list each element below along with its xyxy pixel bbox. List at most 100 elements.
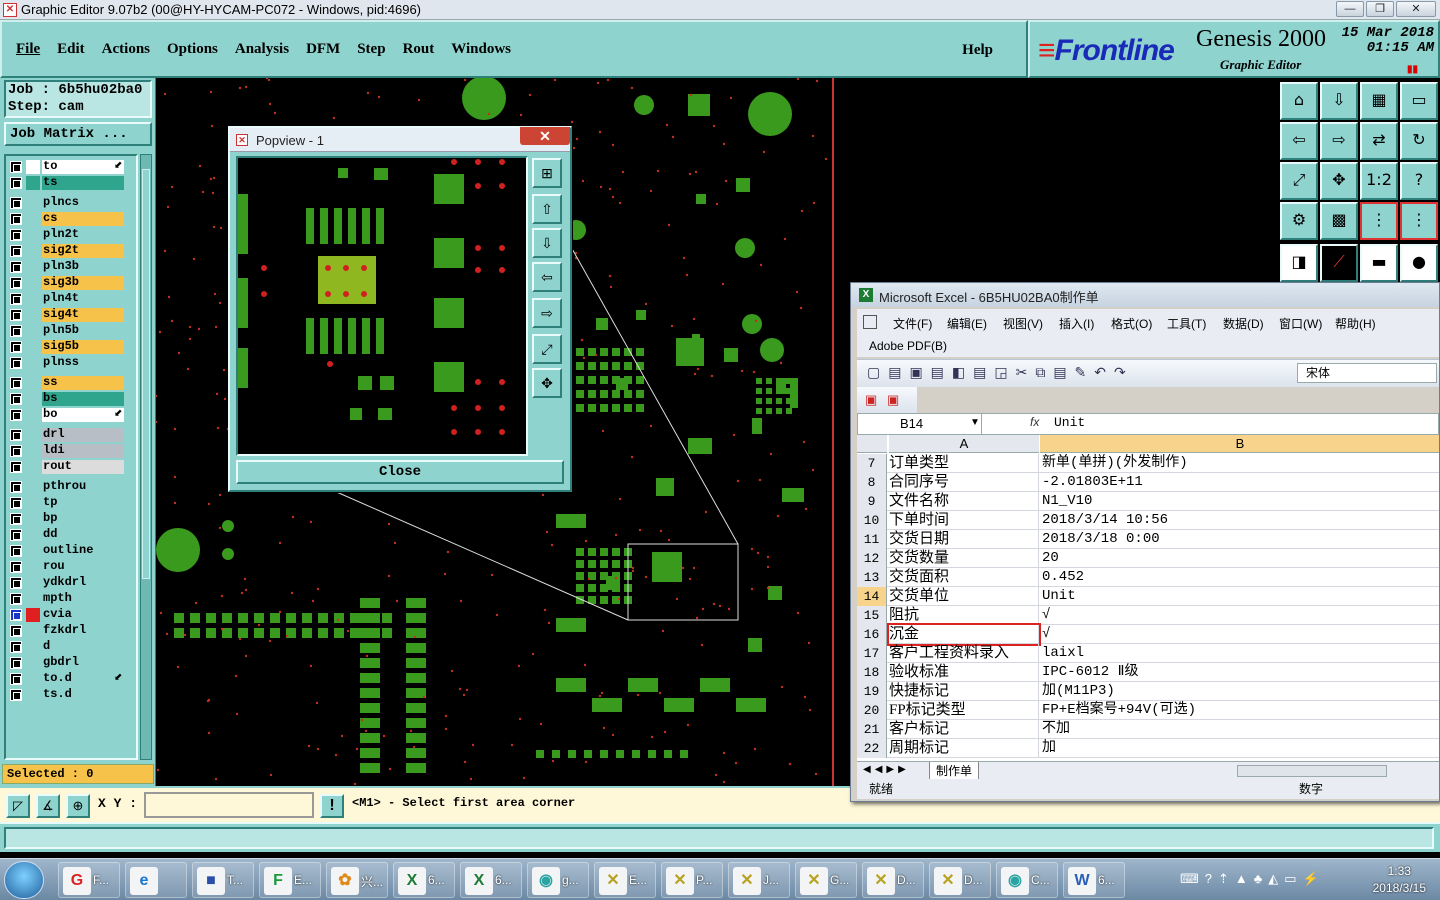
layer-name[interactable]: dd — [42, 528, 124, 542]
layer-name[interactable]: bs — [42, 392, 124, 406]
snap-tool-icon[interactable]: ⊕ — [66, 794, 90, 818]
pop-up-icon[interactable]: ⇧ — [532, 194, 562, 224]
layer-checkbox[interactable] — [10, 561, 22, 573]
layer-checkbox[interactable] — [10, 357, 22, 369]
cell-b[interactable]: N1_V10 — [1040, 492, 1439, 511]
row-header[interactable]: 19 — [857, 682, 887, 701]
row-header[interactable]: 21 — [857, 720, 887, 739]
name-box-dropdown-icon[interactable]: ▼ — [970, 417, 980, 428]
excel-menu-edit[interactable]: 编辑(E) — [947, 315, 987, 332]
sheet-row[interactable]: 20 FP标记类型 FP+E档案号+94V(可选) — [857, 701, 1439, 720]
taskbar-item[interactable]: ✕ J... — [728, 862, 790, 898]
taskbar-item[interactable]: ✿ 兴... — [326, 862, 388, 898]
sheet-row[interactable]: 21 客户标记 不加 — [857, 720, 1439, 739]
layer-color-swatch[interactable] — [26, 212, 40, 226]
cell-b[interactable]: 加(M11P3) — [1040, 682, 1439, 701]
board-view-icon[interactable]: ▦ — [1360, 82, 1398, 120]
pdf-mail-icon[interactable]: ▣ — [887, 392, 899, 408]
alert-button[interactable]: ! — [320, 794, 344, 818]
layer-checkbox[interactable] — [10, 293, 22, 305]
cell-a[interactable]: 客户工程资料录入 — [889, 644, 1039, 663]
sheet-row[interactable]: 14 交货单位 Unit — [857, 587, 1439, 606]
name-box[interactable]: B14 — [858, 414, 982, 434]
layer-color-swatch[interactable] — [26, 276, 40, 290]
layer-color-swatch[interactable] — [26, 292, 40, 306]
layer-row-pthrou[interactable]: pthrou — [8, 479, 128, 494]
layer-name[interactable]: sig2t — [42, 244, 124, 258]
cell-b[interactable]: 不加 — [1040, 720, 1439, 739]
layer-checkbox[interactable] — [10, 577, 22, 589]
layer-row-pln2t[interactable]: pln2t — [8, 227, 128, 242]
cell-b[interactable]: 新单(单拼)(外发制作) — [1040, 454, 1439, 473]
cell-a[interactable]: 沉金 — [887, 623, 1041, 646]
layer-checkbox[interactable] — [10, 409, 22, 421]
cell-b[interactable]: FP+E档案号+94V(可选) — [1040, 701, 1439, 720]
layer-row-mpth[interactable]: mpth — [8, 591, 128, 606]
layer-row-rou[interactable]: rou — [8, 559, 128, 574]
layer-checkbox[interactable] — [10, 213, 22, 225]
row-header[interactable]: 15 — [857, 606, 887, 625]
taskbar-item[interactable]: F E... — [259, 862, 321, 898]
start-button[interactable] — [4, 861, 44, 899]
menu-actions[interactable]: Actions — [102, 41, 150, 58]
popview-canvas[interactable] — [236, 156, 528, 456]
layer-row-sig3b[interactable]: sig3b — [8, 275, 128, 290]
clock[interactable]: 1:33 2018/3/15 — [1373, 863, 1426, 897]
layer-color-swatch[interactable] — [26, 176, 40, 190]
layer-checkbox[interactable] — [10, 593, 22, 605]
sheet-row[interactable]: 18 验收标准 IPC-6012 Ⅱ级 — [857, 663, 1439, 682]
layer-scrollbar[interactable] — [140, 154, 152, 760]
layer-color-swatch[interactable] — [26, 608, 40, 622]
h-scrollbar[interactable] — [1237, 765, 1387, 777]
corner-header[interactable] — [857, 435, 887, 453]
layer-color-swatch[interactable] — [26, 512, 40, 526]
layer-row-dd[interactable]: dd — [8, 527, 128, 542]
pan-right-icon[interactable]: ⇨ — [1320, 122, 1358, 160]
sheet-row[interactable]: 7 订单类型 新单(单拼)(外发制作) — [857, 454, 1439, 473]
layer-checkbox[interactable] — [10, 393, 22, 405]
pop-fit-icon[interactable]: ⤢ — [532, 334, 562, 364]
sheet-row[interactable]: 9 文件名称 N1_V10 — [857, 492, 1439, 511]
layer-color-swatch[interactable] — [26, 460, 40, 474]
layer-name[interactable]: ldi — [42, 444, 124, 458]
layer-checkbox[interactable] — [10, 497, 22, 509]
ruler-icon[interactable]: ▬ — [1360, 244, 1398, 282]
layer-color-swatch[interactable] — [26, 640, 40, 654]
layer-row-ts[interactable]: ts — [8, 175, 128, 190]
xy-input[interactable] — [144, 792, 314, 818]
layer-color-swatch[interactable] — [26, 544, 40, 558]
layer-checkbox[interactable] — [10, 377, 22, 389]
row-header[interactable]: 14 — [857, 587, 887, 606]
measure-icon[interactable]: ⚙ — [1280, 202, 1318, 240]
excel-menu-view[interactable]: 视图(V) — [1003, 315, 1043, 332]
layer-row-cvia[interactable]: cvia — [8, 607, 128, 622]
excel-menu-file[interactable]: 文件(F) — [893, 315, 932, 332]
layer-checkbox[interactable] — [10, 429, 22, 441]
menu-file[interactable]: File — [16, 41, 40, 58]
tray-icons[interactable]: ⌨?⇡▲♣◭▭⚡ — [1180, 871, 1325, 887]
row-header[interactable]: 8 — [857, 473, 887, 492]
row-header[interactable]: 17 — [857, 644, 887, 663]
excel-doc-icon[interactable] — [863, 315, 877, 329]
layer-color-swatch[interactable] — [26, 228, 40, 242]
layer-color-swatch[interactable] — [26, 356, 40, 370]
layer-name[interactable]: pln5b — [42, 324, 124, 338]
mirror-icon[interactable]: ⇄ — [1360, 122, 1398, 160]
snap-icon[interactable]: ◨ — [1280, 244, 1318, 282]
fx-icon[interactable]: fx — [1030, 415, 1039, 429]
layer-checkbox[interactable] — [10, 325, 22, 337]
excel-menu-insert[interactable]: 插入(I) — [1059, 315, 1094, 332]
layer-name[interactable]: ss — [42, 376, 124, 390]
menu-options[interactable]: Options — [167, 41, 218, 58]
row-header[interactable]: 12 — [857, 549, 887, 568]
menu-analysis[interactable]: Analysis — [235, 41, 289, 58]
help-icon[interactable]: ? — [1400, 162, 1438, 200]
layer-color-swatch[interactable] — [26, 528, 40, 542]
layer-red2-icon[interactable]: ⋮ — [1400, 202, 1438, 240]
layer-row-drl[interactable]: drl — [8, 427, 128, 442]
menu-edit[interactable]: Edit — [57, 41, 85, 58]
taskbar-item[interactable]: ✕ P... — [661, 862, 723, 898]
font-select[interactable]: 宋体 — [1297, 363, 1437, 383]
layer-name[interactable]: cvia — [42, 608, 124, 622]
taskbar-item[interactable]: G F... — [58, 862, 120, 898]
